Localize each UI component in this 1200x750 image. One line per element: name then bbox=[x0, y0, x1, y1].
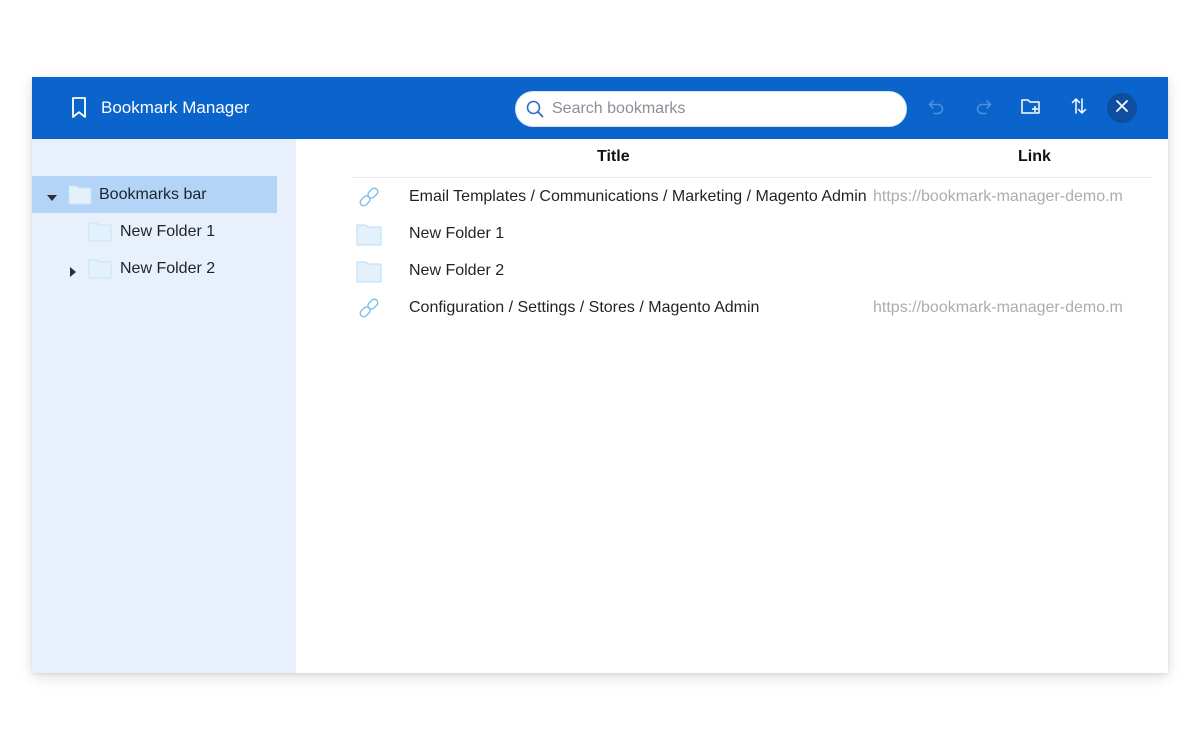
close-button[interactable] bbox=[1107, 93, 1137, 123]
tree-item-label: New Folder 1 bbox=[120, 223, 216, 240]
new-folder-icon bbox=[1020, 96, 1042, 121]
row-link: https://bookmark-manager-demo.m bbox=[873, 188, 1123, 205]
undo-icon bbox=[926, 96, 946, 121]
link-icon bbox=[356, 184, 382, 210]
folder-icon bbox=[356, 258, 382, 284]
column-header-title[interactable]: Title bbox=[597, 148, 630, 166]
search-input[interactable] bbox=[552, 92, 892, 126]
table-row[interactable]: Email Templates / Communications / Marke… bbox=[352, 178, 1152, 215]
row-title: Configuration / Settings / Stores / Mage… bbox=[409, 299, 760, 316]
new-folder-button[interactable] bbox=[1016, 93, 1046, 123]
sort-icon bbox=[1069, 96, 1089, 121]
bookmark-list: Title Link Email Templates / Communicati… bbox=[296, 139, 1168, 673]
tree-item-label: Bookmarks bar bbox=[99, 186, 207, 203]
search-icon bbox=[525, 99, 545, 119]
caret-right-icon[interactable] bbox=[68, 264, 78, 277]
table-row[interactable]: New Folder 2 bbox=[352, 252, 1152, 289]
column-header-link[interactable]: Link bbox=[1018, 148, 1051, 166]
link-icon bbox=[356, 295, 382, 321]
tree-item-new-folder-2[interactable]: New Folder 2 bbox=[32, 250, 277, 287]
table-row[interactable]: New Folder 1 bbox=[352, 215, 1152, 252]
redo-icon bbox=[974, 96, 994, 121]
redo-button[interactable] bbox=[969, 93, 999, 123]
row-title: New Folder 1 bbox=[409, 225, 505, 242]
app-title: Bookmark Manager bbox=[101, 98, 250, 117]
folder-icon bbox=[356, 221, 382, 247]
folder-icon bbox=[68, 183, 92, 205]
header-bar: Bookmark Manager bbox=[32, 77, 1168, 139]
bookmark-manager-window: Bookmark Manager Search bookmarks Bookma… bbox=[32, 77, 1168, 673]
tree-item-bookmarks-bar[interactable]: Bookmarks bar bbox=[32, 176, 277, 213]
search-box[interactable] bbox=[515, 91, 907, 127]
table-row[interactable]: Configuration / Settings / Stores / Mage… bbox=[352, 289, 1152, 326]
folder-icon bbox=[88, 257, 112, 279]
row-title: New Folder 2 bbox=[409, 262, 505, 279]
row-title: Email Templates / Communications / Marke… bbox=[409, 188, 867, 205]
row-link: https://bookmark-manager-demo.m bbox=[873, 299, 1123, 316]
caret-down-icon[interactable] bbox=[47, 190, 57, 201]
tree-item-label: New Folder 2 bbox=[120, 260, 216, 277]
sort-button[interactable] bbox=[1064, 93, 1094, 123]
close-icon bbox=[1115, 99, 1129, 118]
folder-icon bbox=[88, 220, 112, 242]
undo-button[interactable] bbox=[921, 93, 951, 123]
tree-item-new-folder-1[interactable]: New Folder 1 bbox=[32, 213, 277, 250]
bookmark-icon bbox=[69, 96, 91, 120]
folder-tree-sidebar: Bookmarks bar New Folder 1 New Folder 2 bbox=[32, 139, 296, 673]
